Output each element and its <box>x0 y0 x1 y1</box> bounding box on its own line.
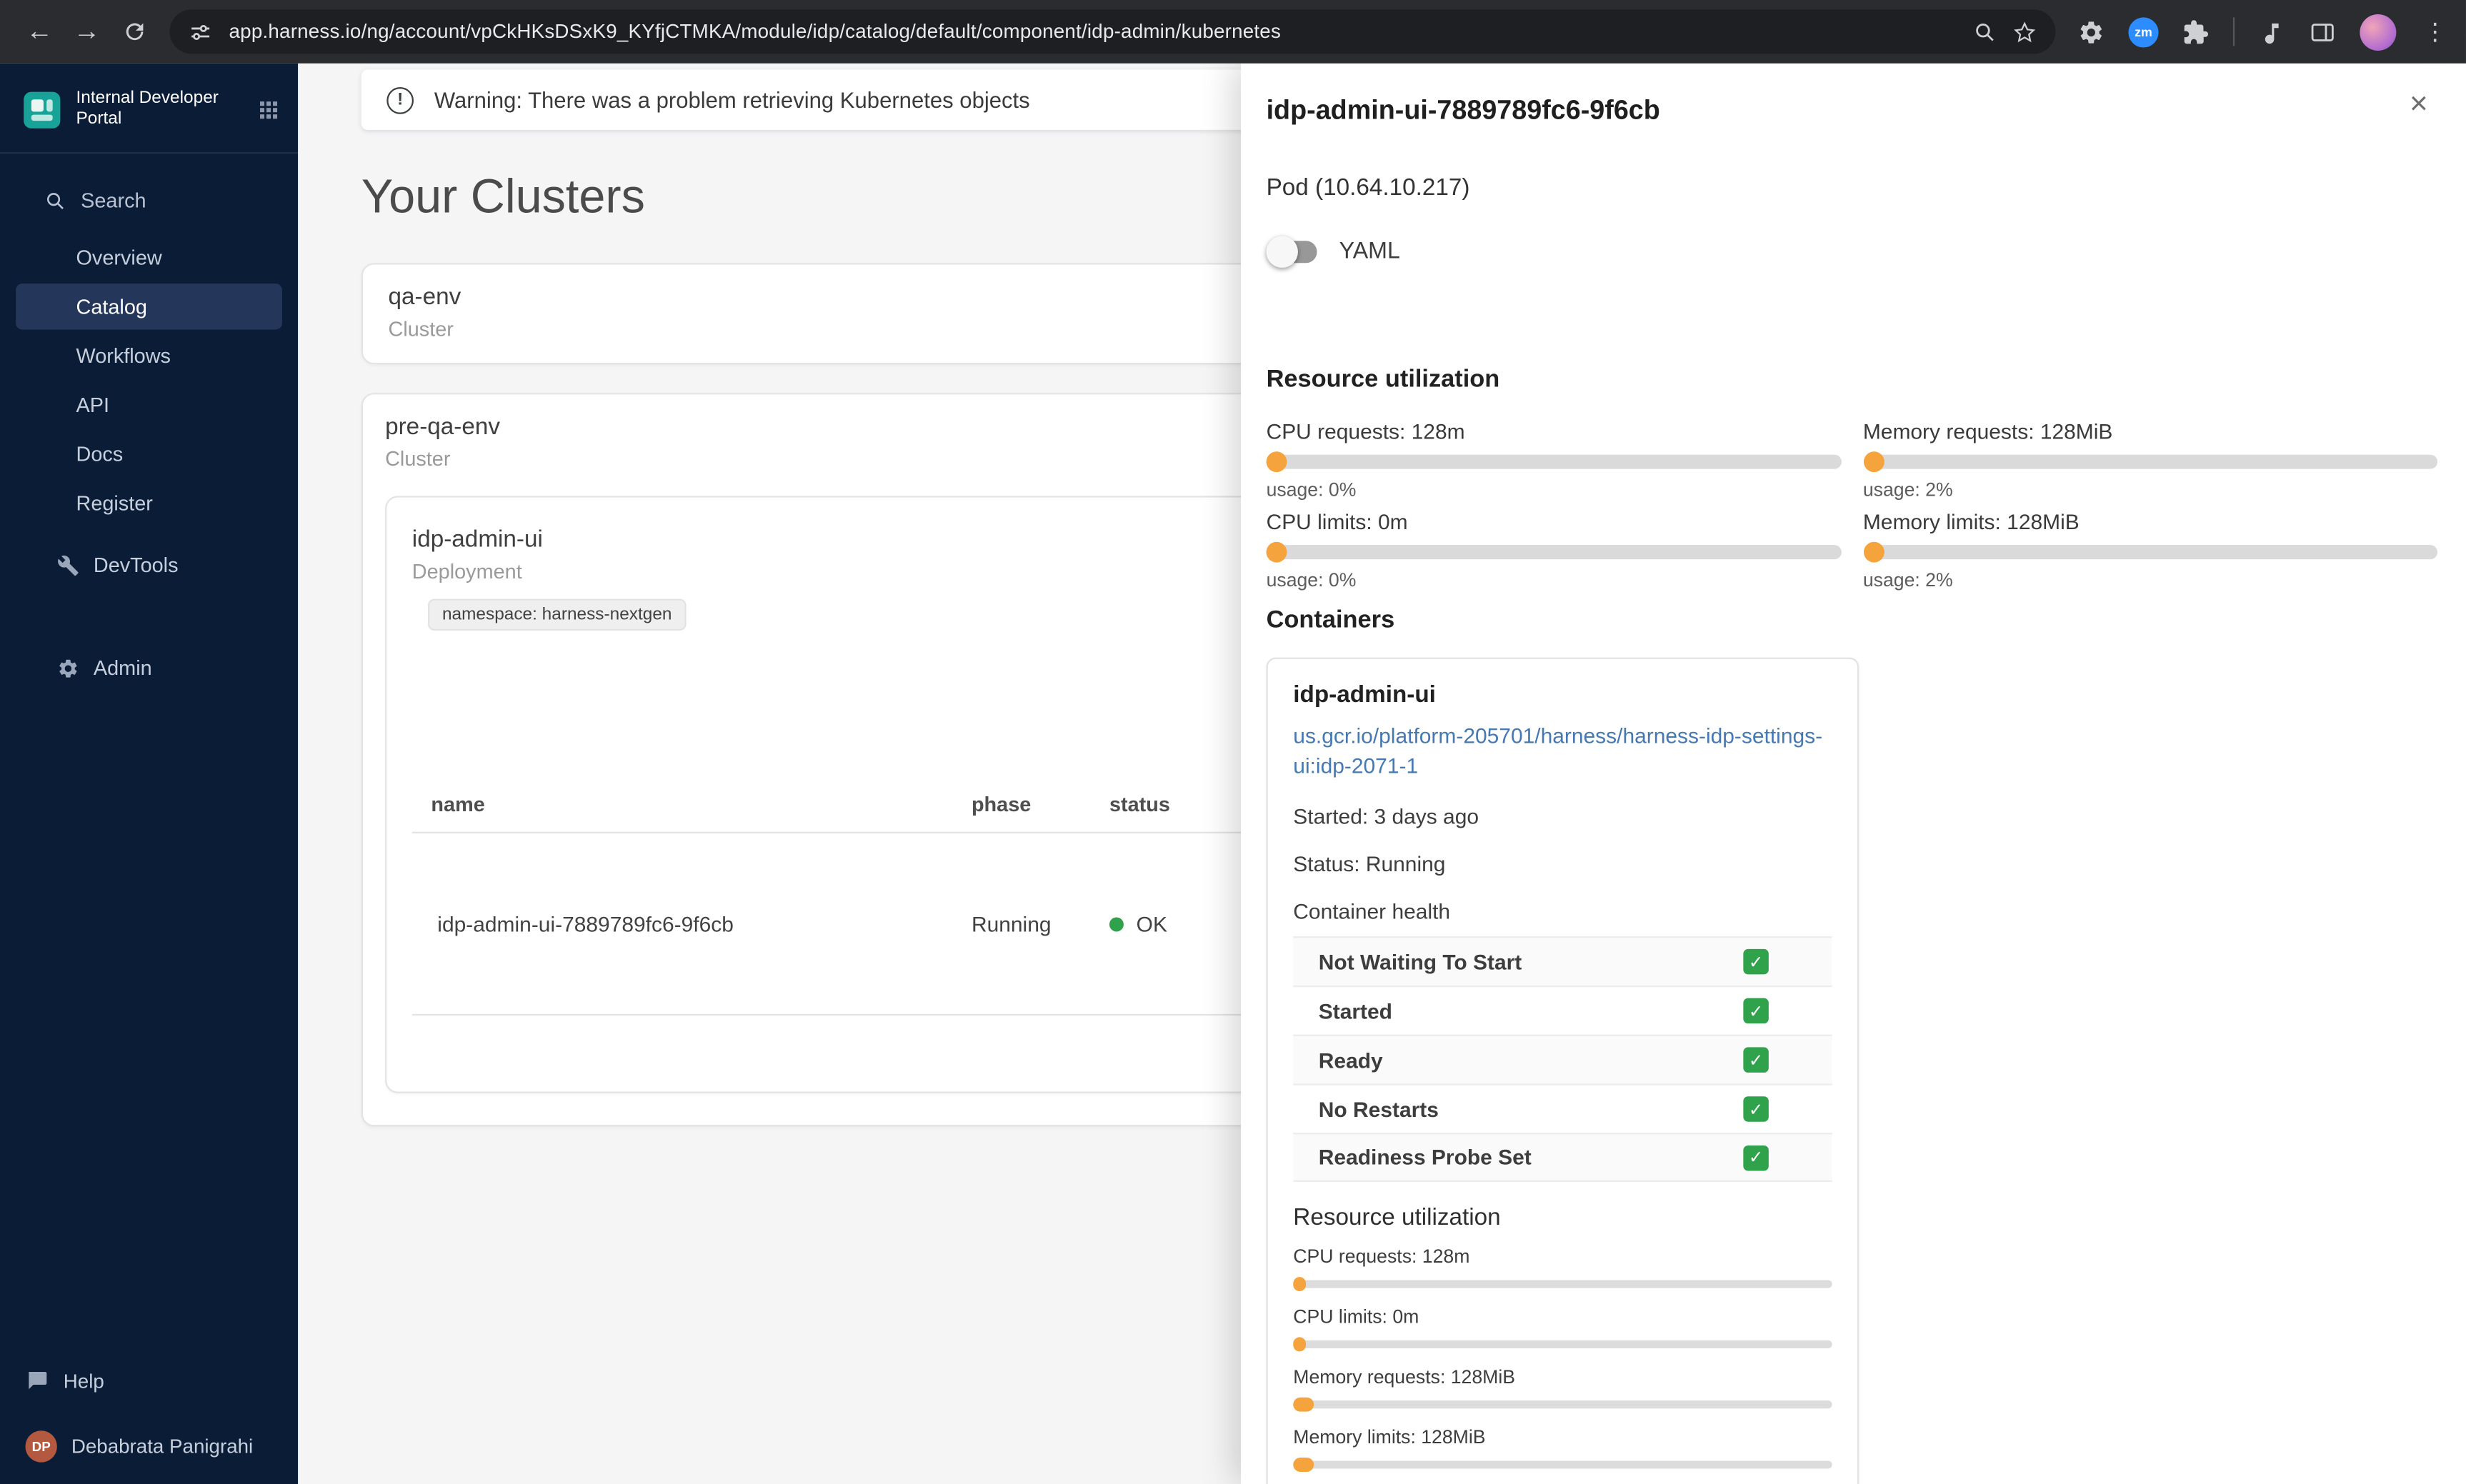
check-icon: ✓ <box>1743 1047 1769 1073</box>
memory-requests-bar <box>1862 451 2438 473</box>
resource-utilization-heading: Resource utilization <box>1266 366 1500 393</box>
memory-limits-bar <box>1862 541 2438 563</box>
close-icon[interactable]: × <box>2400 86 2438 124</box>
cpu-limits-bar <box>1266 541 1841 563</box>
sidebar-item-devtools[interactable]: DevTools <box>16 542 282 588</box>
user-name: Debabrata Panigrahi <box>71 1435 254 1458</box>
sidebar-search[interactable]: Search <box>0 154 298 225</box>
media-controls-icon[interactable] <box>2258 19 2285 46</box>
column-header-name: name <box>431 792 485 816</box>
sidebar-item-register[interactable]: Register <box>16 480 282 526</box>
health-row: No Restarts ✓ <box>1293 1083 1832 1133</box>
sidebar-item-overview[interactable]: Overview <box>16 234 282 280</box>
gear-icon <box>59 658 77 677</box>
health-row: Ready ✓ <box>1293 1034 1832 1084</box>
health-row: Not Waiting To Start ✓ <box>1293 936 1832 986</box>
help-bubble-icon <box>29 1371 47 1390</box>
toolbar-divider <box>2232 17 2235 46</box>
metric-memory-requests: Memory requests: 128MiB usage: 2% <box>1862 420 2438 501</box>
container-health-heading: Container health <box>1293 900 1451 924</box>
screen: ← → app.harness.io/ng/account/vpCkHKsDSx… <box>0 0 2466 1484</box>
sidebar-footer: Help DP Debabrata Panigrahi <box>0 1369 298 1484</box>
check-icon: ✓ <box>1743 1144 1769 1170</box>
apps-grid-icon[interactable] <box>259 99 279 120</box>
warning-icon: ! <box>386 86 414 114</box>
check-icon: ✓ <box>1743 948 1769 975</box>
back-icon[interactable]: ← <box>16 8 63 56</box>
zoom-extension-icon[interactable]: zm <box>2128 16 2159 47</box>
cpu-requests-bar <box>1266 451 1841 473</box>
sidebar: Internal Developer Portal Search Overvie… <box>0 63 299 1484</box>
container-status: Status: Running <box>1293 852 1446 876</box>
forward-icon[interactable]: → <box>63 8 110 56</box>
health-row: Readiness Probe Set ✓ <box>1293 1133 1832 1183</box>
metric-memory-limits: Memory limits: 128MiB usage: 2% <box>1862 510 2438 591</box>
status-ok-dot <box>1109 916 1124 931</box>
url-text: app.harness.io/ng/account/vpCkHKsDSxK9_K… <box>229 20 1282 43</box>
profile-avatar[interactable] <box>2360 13 2397 50</box>
user-avatar: DP <box>25 1430 57 1463</box>
containers-heading: Containers <box>1266 606 1395 634</box>
extensions-puzzle-icon[interactable] <box>2182 19 2210 46</box>
resource-metrics-grid: CPU requests: 128m usage: 0% Memory requ… <box>1266 420 2438 591</box>
metric-cpu-limits: CPU limits: 0m usage: 0% <box>1266 510 1841 591</box>
yaml-toggle[interactable] <box>1266 236 1320 268</box>
drawer-title: idp-admin-ui-7889789fc6-9f6cb <box>1266 95 1660 126</box>
column-header-phase: phase <box>971 792 1032 816</box>
namespace-badge: namespace: harness-nextgen <box>427 598 687 631</box>
health-row: Started ✓ <box>1293 985 1832 1035</box>
user-profile[interactable]: DP Debabrata Panigrahi <box>25 1430 272 1463</box>
pod-name: idp-admin-ui-7889789fc6-9f6cb <box>437 911 734 936</box>
sidebar-item-workflows[interactable]: Workflows <box>16 333 282 378</box>
container-memory-limits-bar <box>1293 1458 1832 1472</box>
sidebar-item-docs[interactable]: Docs <box>16 431 282 476</box>
pod-subtitle: Pod (10.64.10.217) <box>1266 174 1470 201</box>
container-name: idp-admin-ui <box>1293 681 1436 708</box>
check-icon: ✓ <box>1743 998 1769 1024</box>
container-cpu-requests-bar <box>1293 1277 1832 1292</box>
settings-gear-icon[interactable] <box>2077 19 2105 46</box>
reload-icon[interactable] <box>111 8 158 56</box>
address-bar[interactable]: app.harness.io/ng/account/vpCkHKsDSxK9_K… <box>170 9 2056 54</box>
bookmark-star-icon[interactable] <box>2012 20 2036 44</box>
pod-phase: Running <box>971 911 1052 936</box>
search-icon[interactable] <box>1973 20 1997 44</box>
idp-logo-icon[interactable] <box>22 89 61 129</box>
sidebar-item-api[interactable]: API <box>16 382 282 428</box>
search-icon <box>47 191 64 209</box>
sidebar-header: Internal Developer Portal <box>0 64 299 154</box>
help-button[interactable]: Help <box>25 1369 272 1393</box>
status-ok-label: OK <box>1136 911 1167 936</box>
container-resource-heading: Resource utilization <box>1293 1204 1501 1231</box>
container-card: idp-admin-ui us.gcr.io/platform-205701/h… <box>1266 657 1860 1484</box>
toolbar-actions: zm ⋮ <box>2077 13 2450 50</box>
container-started: Started: 3 days ago <box>1293 804 1479 829</box>
container-health-table: Not Waiting To Start ✓ Started ✓ Ready ✓… <box>1293 936 1832 1183</box>
metric-cpu-requests: CPU requests: 128m usage: 0% <box>1266 420 1841 501</box>
sidebar-search-label: Search <box>81 189 146 213</box>
yaml-toggle-label: YAML <box>1339 239 1400 265</box>
wrench-icon <box>58 554 79 576</box>
site-info-icon[interactable] <box>189 20 213 44</box>
container-memory-requests-bar <box>1293 1397 1832 1412</box>
sidebar-item-catalog[interactable]: Catalog <box>16 284 282 330</box>
side-panel-icon[interactable] <box>2309 19 2336 46</box>
browser-menu-icon[interactable]: ⋮ <box>2420 17 2450 46</box>
sidebar-item-admin[interactable]: Admin <box>16 645 282 691</box>
pod-details-drawer: idp-admin-ui-7889789fc6-9f6cb × Pod (10.… <box>1241 63 2466 1484</box>
portal-title: Internal Developer Portal <box>76 89 219 129</box>
container-image-link[interactable]: us.gcr.io/platform-205701/harness/harnes… <box>1293 721 1832 781</box>
warning-text: Warning: There was a problem retrieving … <box>434 87 1030 113</box>
sidebar-nav: Overview Catalog Workflows API Docs Regi… <box>0 225 298 691</box>
browser-toolbar: ← → app.harness.io/ng/account/vpCkHKsDSx… <box>0 0 2466 64</box>
check-icon: ✓ <box>1743 1096 1769 1122</box>
container-cpu-limits-bar <box>1293 1337 1832 1352</box>
